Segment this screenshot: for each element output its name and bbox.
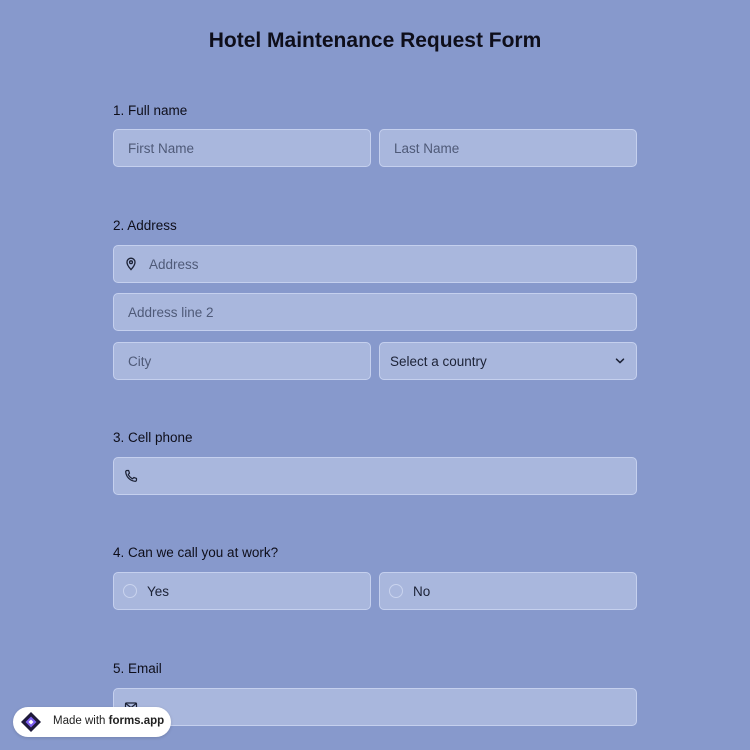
location-pin-icon (126, 257, 136, 271)
badge-prefix: Made with (53, 715, 109, 727)
radio-option-yes[interactable]: Yes (113, 572, 371, 610)
cell-phone-field[interactable] (113, 457, 637, 495)
radio-circle[interactable] (389, 584, 403, 598)
question-full-name-label: 1. Full name (113, 103, 188, 118)
address-line2-input[interactable] (114, 294, 636, 330)
phone-icon (125, 469, 138, 482)
question-address-label: 2. Address (113, 218, 177, 233)
last-name-field[interactable] (379, 129, 637, 167)
city-input[interactable] (114, 343, 370, 379)
first-name-field[interactable] (113, 129, 371, 167)
country-select-value: Select a country (390, 354, 487, 369)
form-title: Hotel Maintenance Request Form (208, 29, 542, 52)
question-cell-phone-label: 3. Cell phone (113, 430, 193, 445)
address-input[interactable] (114, 246, 636, 282)
address-field[interactable] (113, 245, 637, 283)
address-line2-field[interactable] (113, 293, 637, 331)
email-input[interactable] (114, 689, 636, 725)
question-email-label: 5. Email (113, 661, 162, 676)
last-name-input[interactable] (380, 130, 636, 166)
first-name-input[interactable] (114, 130, 370, 166)
radio-circle[interactable] (123, 584, 137, 598)
email-field[interactable] (113, 688, 637, 726)
city-field[interactable] (113, 342, 371, 380)
chevron-down-icon (615, 358, 625, 364)
cell-phone-input[interactable] (114, 458, 636, 494)
radio-option-no[interactable]: No (379, 572, 637, 610)
question-call-at-work-label: 4. Can we call you at work? (113, 545, 279, 560)
forms-app-logo-icon (21, 712, 41, 732)
radio-label-yes: Yes (147, 584, 170, 599)
badge-brand: forms.app (108, 715, 165, 727)
radio-label-no: No (413, 584, 431, 599)
made-with-forms-app-badge[interactable]: Made with forms.app (13, 707, 171, 737)
country-select[interactable]: Select a country (379, 342, 637, 380)
